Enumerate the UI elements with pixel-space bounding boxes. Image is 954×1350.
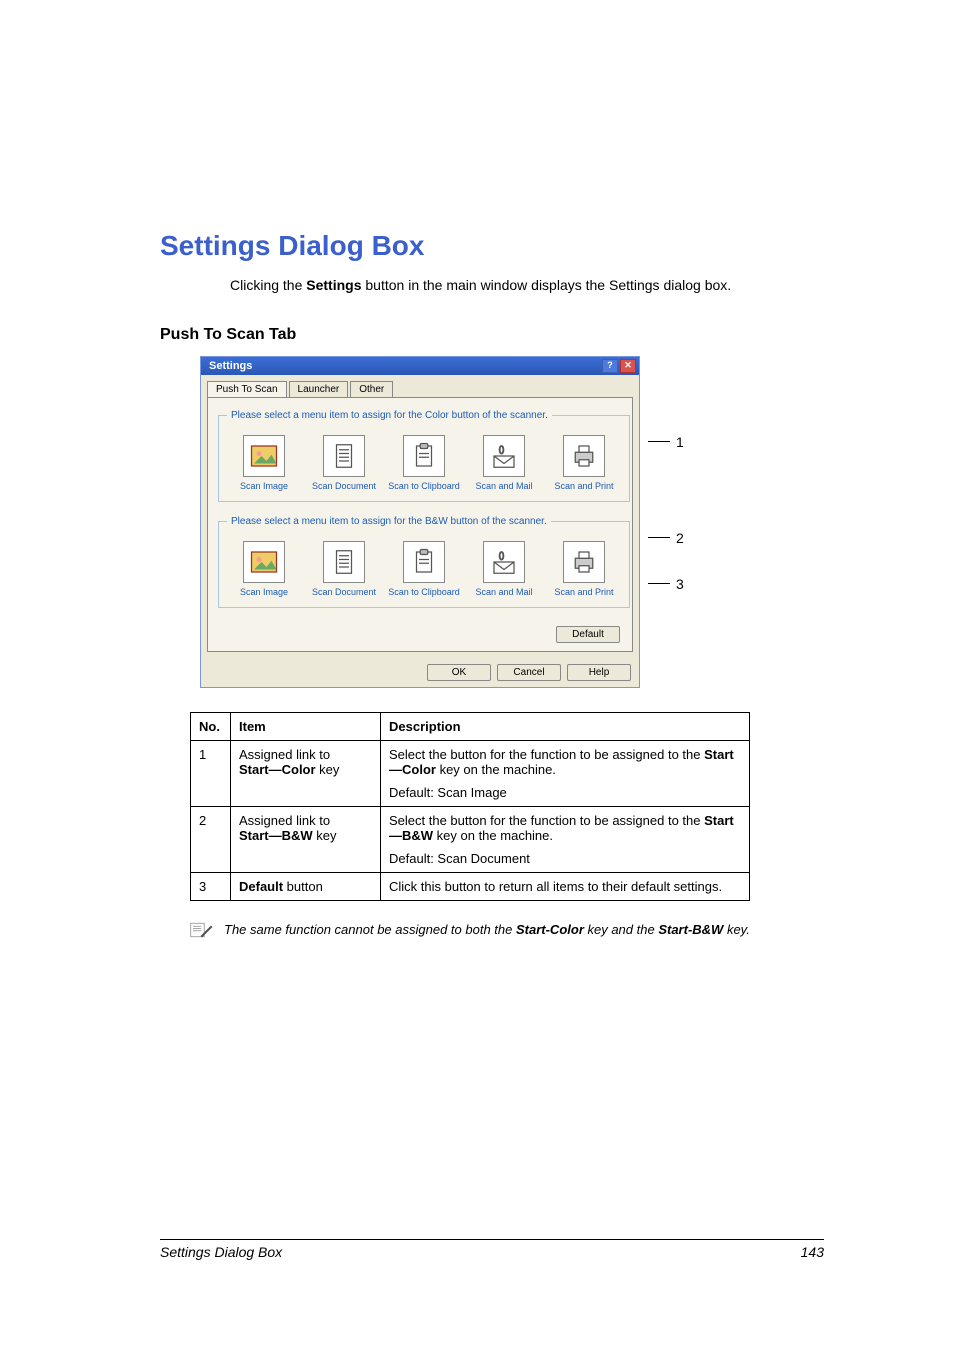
scan-print-button[interactable]: Scan and Print [547,541,621,597]
icon-label: Scan Image [227,481,301,491]
screenshot-wrapper: Settings ? ✕ Push To Scan Launcher Other… [200,356,824,688]
th-no: No. [191,712,231,740]
image-icon [243,435,285,477]
table-row: 1 Assigned link to Start—Color key Selec… [191,740,750,806]
cell-no: 1 [191,740,231,806]
help-icon[interactable]: ? [602,359,618,373]
scan-image-button[interactable]: Scan Image [227,435,301,491]
image-icon [243,541,285,583]
bw-group: Please select a menu item to assign for … [218,516,630,608]
note-text: The same function cannot be assigned to … [224,921,750,939]
tab-launcher[interactable]: Launcher [289,381,349,397]
cell-desc: Select the button for the function to be… [381,740,750,806]
footer-title: Settings Dialog Box [160,1244,282,1260]
scan-image-button[interactable]: Scan Image [227,541,301,597]
scan-document-button[interactable]: Scan Document [307,541,381,597]
dialog-titlebar: Settings ? ✕ [201,357,639,375]
color-group: Please select a menu item to assign for … [218,410,630,502]
scan-mail-button[interactable]: Scan and Mail [467,435,541,491]
cell-no: 3 [191,872,231,900]
scan-clipboard-button[interactable]: Scan to Clipboard [387,541,461,597]
cell-desc: Click this button to return all items to… [381,872,750,900]
icon-label: Scan and Print [547,587,621,597]
icon-label: Scan Image [227,587,301,597]
ok-button[interactable]: OK [427,664,491,681]
intro-pre: Clicking the [230,277,306,293]
table-row: 3 Default button Click this button to re… [191,872,750,900]
callout-column: 1 2 3 [648,356,684,592]
page-number: 143 [801,1244,824,1260]
intro-paragraph: Clicking the Settings button in the main… [230,276,824,296]
print-icon [563,541,605,583]
page-title: Settings Dialog Box [160,230,824,262]
cell-item: Default button [231,872,381,900]
scan-document-button[interactable]: Scan Document [307,435,381,491]
color-icon-row: Scan Image Scan Document Scan to Clipboa… [227,435,621,491]
tab-strip: Push To Scan Launcher Other [201,375,639,397]
default-button-row: Default [218,622,622,643]
default-button[interactable]: Default [556,626,620,643]
tab-other[interactable]: Other [350,381,393,397]
callout-2: 2 [676,530,684,546]
cell-desc: Select the button for the function to be… [381,806,750,872]
icon-label: Scan Document [307,587,381,597]
clip-icon [403,541,445,583]
dialog-title: Settings [209,360,252,372]
print-icon [563,435,605,477]
page-footer: Settings Dialog Box 143 [160,1239,824,1260]
intro-bold: Settings [306,277,361,293]
icon-label: Scan and Mail [467,587,541,597]
cell-no: 2 [191,806,231,872]
cancel-button[interactable]: Cancel [497,664,561,681]
doc-icon [323,541,365,583]
help-button[interactable]: Help [567,664,631,681]
cell-item: Assigned link to Start—Color key [231,740,381,806]
close-icon[interactable]: ✕ [620,359,636,373]
doc-icon [323,435,365,477]
scan-clipboard-button[interactable]: Scan to Clipboard [387,435,461,491]
th-desc: Description [381,712,750,740]
intro-post: button in the main window displays the S… [362,277,732,293]
note-icon [190,921,214,939]
bw-legend: Please select a menu item to assign for … [227,516,551,527]
icon-label: Scan to Clipboard [387,481,461,491]
note: The same function cannot be assigned to … [190,921,824,939]
bw-icon-row: Scan Image Scan Document Scan to Clipboa… [227,541,621,597]
callout-1: 1 [676,434,684,450]
table-row: 2 Assigned link to Start—B&W key Select … [191,806,750,872]
section-heading: Push To Scan Tab [160,326,824,344]
th-item: Item [231,712,381,740]
clip-icon [403,435,445,477]
scan-print-button[interactable]: Scan and Print [547,435,621,491]
color-legend: Please select a menu item to assign for … [227,410,552,421]
scan-mail-button[interactable]: Scan and Mail [467,541,541,597]
dialog-button-row: OK Cancel Help [201,658,639,687]
icon-label: Scan and Mail [467,481,541,491]
icon-label: Scan to Clipboard [387,587,461,597]
settings-dialog: Settings ? ✕ Push To Scan Launcher Other… [200,356,640,688]
tab-push-to-scan[interactable]: Push To Scan [207,381,287,397]
icon-label: Scan Document [307,481,381,491]
cell-item: Assigned link to Start—B&W key [231,806,381,872]
icon-label: Scan and Print [547,481,621,491]
mail-icon [483,541,525,583]
callout-3: 3 [676,576,684,592]
tab-body: Please select a menu item to assign for … [207,397,633,652]
description-table: No. Item Description 1 Assigned link to … [190,712,750,901]
mail-icon [483,435,525,477]
